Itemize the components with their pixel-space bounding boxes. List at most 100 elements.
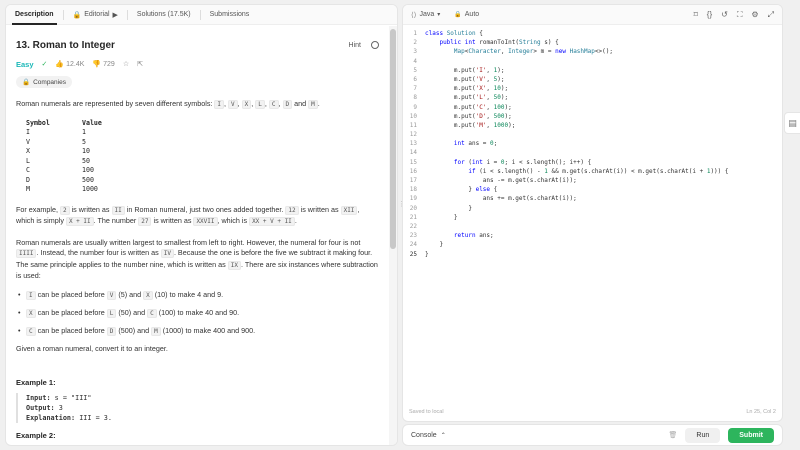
info-icon[interactable] xyxy=(371,41,379,49)
problem-title[interactable]: 13. Roman to Integer xyxy=(16,40,115,51)
thumbs-down-icon: 👎 xyxy=(92,61,102,68)
label: Explanation: xyxy=(26,414,76,422)
code-line[interactable]: 3 Map<Character, Integer> m = new HashMa… xyxy=(403,47,782,56)
code-line[interactable]: 13 int ans = 0; xyxy=(403,139,782,148)
bookmark-icon[interactable]: ⌑ xyxy=(694,10,698,19)
like-button[interactable]: 👍 12.4K xyxy=(55,60,84,69)
code-text: m.put('I', 1); xyxy=(425,66,505,74)
braces-icon[interactable]: {} xyxy=(707,10,712,19)
text: is written as xyxy=(151,216,194,225)
fullscreen-icon[interactable]: ⛶ xyxy=(737,10,743,20)
code-line[interactable]: 6 m.put('V', 5); xyxy=(403,75,782,84)
expand-icon[interactable]: ⤢ xyxy=(768,10,774,20)
video-icon: ▶ xyxy=(112,11,118,19)
tab-description[interactable]: Description xyxy=(6,5,63,25)
code-line[interactable]: 10 m.put('D', 500); xyxy=(403,112,782,121)
line-number: 6 xyxy=(413,75,417,83)
autocomplete-mode[interactable]: 🔒 Auto xyxy=(454,11,479,18)
header-value: Value xyxy=(82,118,102,127)
intro-paragraph: Roman numerals are represented by seven … xyxy=(16,99,320,109)
hint-button[interactable]: Hint xyxy=(349,42,361,49)
code-text: m.put('V', 5); xyxy=(425,75,505,83)
trash-icon[interactable]: 🗑 xyxy=(669,431,678,439)
console-toggle[interactable]: Console ⌃ xyxy=(411,432,446,439)
companies-label: Companies xyxy=(33,78,66,86)
scrollbar-thumb[interactable] xyxy=(390,29,396,249)
code-text: ans += m.get(s.charAt(i)); xyxy=(425,195,577,203)
subtraction-rules-list: I can be placed before V (5) and X (10) … xyxy=(16,290,379,337)
text: (100) to make 40 and 90. xyxy=(156,307,240,317)
run-button[interactable]: Run xyxy=(685,427,721,443)
code-text: } else { xyxy=(425,186,498,194)
text: (10) to make 4 and 9. xyxy=(152,289,224,299)
example-1-title: Example 1: xyxy=(16,378,56,387)
code-line[interactable]: 1 class Solution { xyxy=(403,29,782,38)
code-text: if (i < s.length() - 1 && m.get(s.charAt… xyxy=(468,167,729,175)
text: is written as xyxy=(298,204,341,214)
code-line[interactable]: 16 if (i < s.length() - 1 && m.get(s.cha… xyxy=(403,167,782,176)
lock-icon: 🔒 xyxy=(454,12,462,18)
task-paragraph: Given a roman numeral, convert it to an … xyxy=(16,343,168,353)
text: (500) and xyxy=(116,325,152,335)
line-number: 3 xyxy=(413,48,417,56)
code-line[interactable]: 7 m.put('X', 10); xyxy=(403,84,782,93)
line-number: 15 xyxy=(409,158,417,166)
code-text: Map<Character, Integer> m = new HashMap<… xyxy=(453,48,613,56)
symbol-cell: L xyxy=(26,156,30,165)
app-root: Description 🔒 Editorial ▶ Solutions (17.… xyxy=(0,0,800,450)
value-cell: 50 xyxy=(82,156,90,165)
share-icon[interactable]: ⇱ xyxy=(137,60,143,68)
code-line[interactable]: 23 return ans; xyxy=(403,231,782,240)
code-line[interactable]: 5 m.put('I', 1); xyxy=(403,66,782,75)
notes-side-tab[interactable]: ▤ xyxy=(784,112,800,134)
code-line[interactable]: 12 xyxy=(403,130,782,139)
language-select[interactable]: ⟨⟩ Java ▾ xyxy=(411,11,440,19)
code-line[interactable]: 14 xyxy=(403,148,782,157)
dislike-button[interactable]: 👎 729 xyxy=(92,60,114,69)
line-number: 12 xyxy=(409,131,417,139)
line-number: 23 xyxy=(409,232,417,240)
companies-tag[interactable]: 🔒 Companies xyxy=(16,76,72,88)
tab-submissions[interactable]: Submissions xyxy=(201,5,259,25)
example-paragraph: For example, 2 is written as II in Roman… xyxy=(16,205,379,228)
line-number: 11 xyxy=(409,121,417,129)
tab-solutions[interactable]: Solutions (17.5K) xyxy=(128,5,200,25)
code-line[interactable]: 17 ans -= m.get(s.charAt(i)); xyxy=(403,176,782,185)
list-item: I can be placed before V (5) and X (10) … xyxy=(16,290,379,301)
line-number: 24 xyxy=(409,241,417,249)
code-line[interactable]: 25} xyxy=(403,250,782,259)
code-line[interactable]: 18 } else { xyxy=(403,185,782,194)
inline-code: XII xyxy=(340,205,358,215)
text: (50) and xyxy=(116,307,148,317)
reset-icon[interactable]: ↺ xyxy=(721,10,728,19)
code-line[interactable]: 20 } xyxy=(403,204,782,213)
code-line[interactable]: 4 xyxy=(403,57,782,66)
code-line[interactable]: 2 public int romanToInt(String s) { xyxy=(403,38,782,47)
tab-editorial[interactable]: 🔒 Editorial ▶ xyxy=(64,5,127,25)
description-panel: Description 🔒 Editorial ▶ Solutions (17.… xyxy=(5,4,398,446)
subtraction-paragraph: Roman numerals are usually written large… xyxy=(16,238,379,282)
code-line[interactable]: 22 xyxy=(403,222,782,231)
symbol-cell: I xyxy=(26,128,30,136)
code-line[interactable]: 21 } xyxy=(403,213,782,222)
line-number: 5 xyxy=(413,66,417,74)
code-line[interactable]: 8 m.put('L', 50); xyxy=(403,93,782,102)
code-line[interactable]: 11 m.put('M', 1000); xyxy=(403,121,782,130)
code-area[interactable]: 1 class Solution {2 public int romanToInt… xyxy=(403,29,782,259)
submit-button[interactable]: Submit xyxy=(728,427,774,443)
code-line[interactable]: 9 m.put('C', 100); xyxy=(403,103,782,112)
lock-icon: 🔒 xyxy=(72,11,82,19)
symbol-cell: V xyxy=(26,137,30,146)
text: For example, xyxy=(16,204,60,214)
text: . Instead, the number four is written as xyxy=(36,248,161,257)
text: . The number xyxy=(93,216,139,225)
line-number: 21 xyxy=(409,213,417,221)
line-number: 20 xyxy=(409,204,417,212)
symbol-cell: M xyxy=(26,185,30,193)
star-icon[interactable]: ☆ xyxy=(123,60,129,68)
code-text: } xyxy=(425,250,429,258)
code-line[interactable]: 15 for (int i = 0; i < s.length(); i++) … xyxy=(403,158,782,167)
settings-icon[interactable]: ⚙ xyxy=(751,10,758,19)
code-line[interactable]: 19 ans += m.get(s.charAt(i)); xyxy=(403,194,782,203)
code-line[interactable]: 24 } xyxy=(403,240,782,249)
